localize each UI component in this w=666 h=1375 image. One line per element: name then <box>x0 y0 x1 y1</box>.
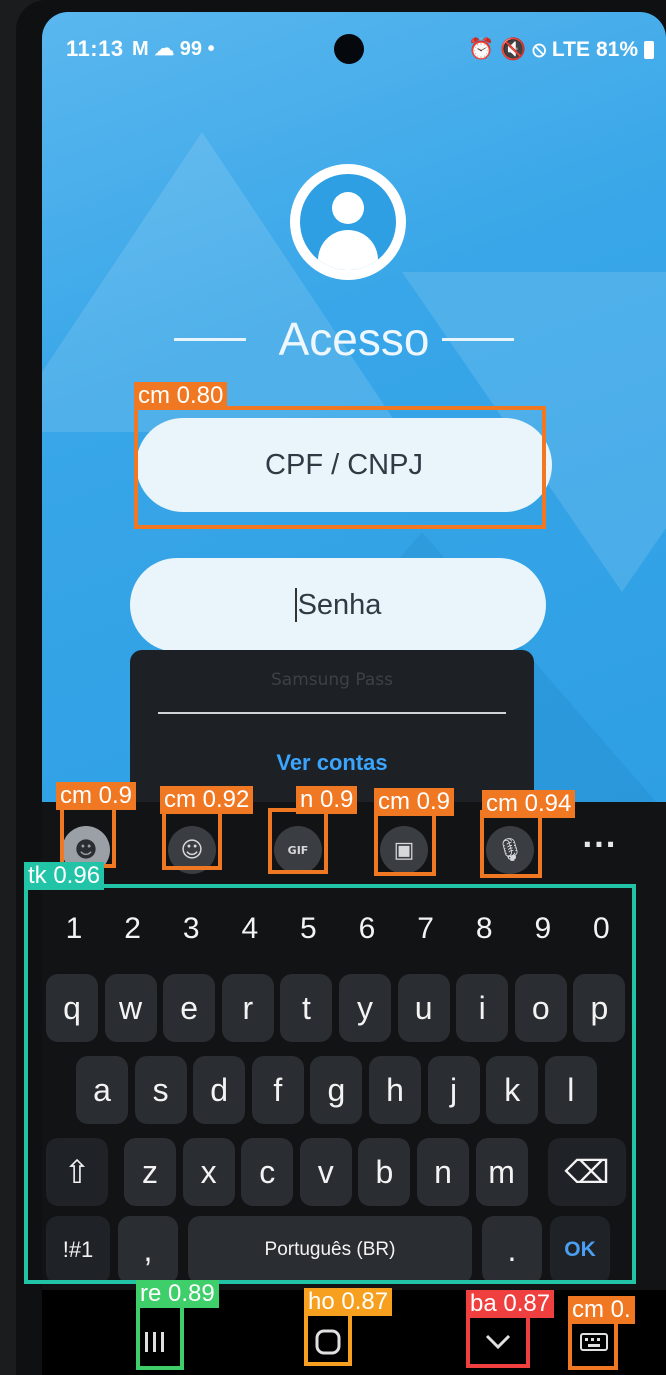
backspace-key[interactable]: ⌫ <box>548 1138 626 1206</box>
letter-key[interactable]: i <box>456 974 509 1042</box>
number-key[interactable]: 7 <box>398 900 454 958</box>
number-key[interactable]: 6 <box>339 900 395 958</box>
battery-icon <box>644 41 654 59</box>
keyboard-switch-icon[interactable] <box>574 1322 614 1362</box>
gif-label: GIF <box>287 843 309 857</box>
letter-key[interactable]: n <box>417 1138 469 1206</box>
autofill-title: Samsung Pass <box>271 670 393 690</box>
letter-key[interactable]: k <box>486 1056 539 1124</box>
password-field[interactable]: Senha <box>130 558 546 652</box>
letter-key[interactable]: j <box>427 1056 480 1124</box>
shift-key[interactable]: ⇧ <box>46 1138 108 1206</box>
detection-label: ba 0.87 <box>466 1290 555 1318</box>
letter-key[interactable]: d <box>193 1056 246 1124</box>
detection-label: re 0.89 <box>136 1280 219 1308</box>
home-icon[interactable] <box>308 1322 348 1362</box>
more-icon[interactable]: ··· <box>582 828 617 861</box>
letter-key[interactable]: e <box>163 974 216 1042</box>
number-key[interactable]: 0 <box>573 900 629 958</box>
status-time: 11:13 <box>66 36 124 61</box>
phone-screen: 11:13 M ☁ 99 • ⏰ 🔇 ⦸ LTE 81% Acesso CPF … <box>42 12 666 1375</box>
letter-key[interactable]: g <box>310 1056 363 1124</box>
letter-key[interactable]: h <box>369 1056 421 1124</box>
ok-key[interactable]: OK <box>550 1216 610 1284</box>
mic-icon[interactable]: 🎙 <box>486 826 534 874</box>
period-key[interactable]: . <box>482 1216 542 1284</box>
number-key[interactable]: 9 <box>515 900 571 958</box>
letter-key[interactable]: u <box>397 974 450 1042</box>
detection-label: cm 0. <box>568 1296 635 1324</box>
comma-key[interactable]: , <box>118 1216 178 1284</box>
letter-key[interactable]: m <box>475 1138 528 1206</box>
status-right-icons: ⏰ 🔇 ⦸ LTE 81% <box>468 38 654 62</box>
gif-icon[interactable]: GIF <box>274 826 322 874</box>
letter-key[interactable]: v <box>299 1138 352 1206</box>
number-key[interactable]: 5 <box>280 900 336 958</box>
space-key[interactable]: Português (BR) <box>188 1216 472 1284</box>
number-key[interactable]: 8 <box>456 900 512 958</box>
detection-label: cm 0.9 <box>56 782 137 810</box>
system-icons: ⏰ 🔇 ⦸ LTE <box>468 38 590 61</box>
detection-label: cm 0.94 <box>482 790 576 818</box>
cpf-cnpj-field[interactable]: CPF / CNPJ <box>136 418 552 512</box>
letter-key[interactable]: s <box>134 1056 187 1124</box>
detection-label: ho 0.87 <box>304 1288 393 1316</box>
letter-key[interactable]: p <box>573 974 626 1042</box>
letter-key[interactable]: y <box>339 974 391 1042</box>
letter-key[interactable]: b <box>358 1138 411 1206</box>
letter-key[interactable]: c <box>241 1138 294 1206</box>
page-title: Acesso <box>278 313 430 365</box>
detection-label: cm 0.80 <box>134 382 228 410</box>
clipboard-icon[interactable]: ▣ <box>380 826 428 874</box>
number-key[interactable]: 4 <box>222 900 278 958</box>
letter-key[interactable]: a <box>76 1056 128 1124</box>
sticker-icon[interactable]: ☺ <box>168 826 216 874</box>
letter-key[interactable]: t <box>280 974 333 1042</box>
cpf-cnpj-placeholder: CPF / CNPJ <box>265 448 423 481</box>
detection-label: tk 0.96 <box>24 862 105 890</box>
number-key[interactable]: 3 <box>163 900 219 958</box>
letter-key[interactable]: x <box>182 1138 235 1206</box>
letter-key[interactable]: f <box>251 1056 304 1124</box>
number-key[interactable]: 1 <box>46 900 102 958</box>
letter-key[interactable]: q <box>46 974 98 1042</box>
detection-label: cm 0.92 <box>160 786 254 814</box>
letter-key[interactable]: o <box>514 974 567 1042</box>
user-avatar-icon <box>290 164 406 280</box>
recents-icon[interactable] <box>134 1322 174 1362</box>
letter-key[interactable]: r <box>221 974 274 1042</box>
letter-key[interactable]: l <box>544 1056 597 1124</box>
detection-label: n 0.9 <box>296 786 358 814</box>
battery-level: 81% <box>595 38 638 61</box>
back-icon[interactable] <box>478 1322 518 1362</box>
detection-label: cm 0.9 <box>374 788 455 816</box>
letter-key[interactable]: w <box>104 974 157 1042</box>
number-key[interactable]: 2 <box>105 900 161 958</box>
password-placeholder: Senha <box>297 588 382 621</box>
symbols-key[interactable]: !#1 <box>46 1216 110 1284</box>
popup-divider <box>158 712 506 714</box>
keyboard: 1234567890 qwertyuiop asdfghjkl zxcvbnm … <box>42 890 666 1290</box>
letter-key[interactable]: z <box>124 1138 176 1206</box>
view-accounts-link[interactable]: Ver contas <box>130 750 534 776</box>
notification-icons: M ☁ 99 • <box>132 38 215 60</box>
text-caret <box>294 588 297 622</box>
front-camera <box>334 34 364 64</box>
